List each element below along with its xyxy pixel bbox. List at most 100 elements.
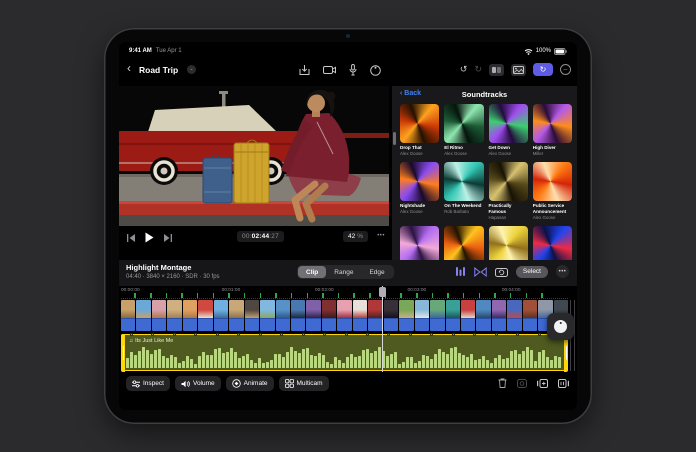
video-clip[interactable] <box>276 300 290 331</box>
import-icon[interactable] <box>299 64 310 76</box>
soundtrack-artwork[interactable] <box>533 226 572 260</box>
video-clip[interactable] <box>121 300 135 331</box>
volume-keyframe[interactable] <box>387 333 390 336</box>
volume-keyframe[interactable] <box>516 333 519 336</box>
volume-keyframe[interactable] <box>259 333 262 336</box>
video-clip[interactable] <box>198 300 212 331</box>
soundtrack-artwork[interactable] <box>489 162 528 201</box>
video-clip[interactable] <box>476 300 490 331</box>
soundtrack-artwork[interactable] <box>444 104 483 143</box>
jog-wheel-dial[interactable] <box>554 320 567 333</box>
overwrite-clip-button[interactable] <box>558 379 569 388</box>
camera-icon[interactable] <box>323 65 336 75</box>
volume-keyframe[interactable] <box>302 333 305 336</box>
video-clip[interactable] <box>291 300 305 331</box>
volume-keyframe[interactable] <box>323 333 326 336</box>
disable-clip-button[interactable] <box>517 379 527 388</box>
volume-keyframe[interactable] <box>452 333 455 336</box>
play-button[interactable] <box>145 232 154 243</box>
soundtrack-item[interactable]: NightshadeAlex Goose <box>400 162 439 220</box>
video-clip[interactable] <box>507 300 521 331</box>
video-clip[interactable] <box>229 300 243 331</box>
soundtrack-item[interactable]: PushValencia <box>400 226 439 260</box>
soundtrack-item[interactable]: Drop ThatAlex Goose <box>400 104 439 156</box>
video-clip[interactable] <box>306 300 320 331</box>
audio-clip[interactable]: ♫ Its Just Like Me <box>121 334 568 371</box>
soundtrack-item[interactable]: El RitmoAlex Goose <box>444 104 483 156</box>
soundtrack-item[interactable]: On The WeekendRob Barbato <box>444 162 483 220</box>
mode-edge[interactable]: Edge <box>361 266 392 278</box>
projects-back-button[interactable]: ‹ <box>127 61 131 75</box>
panel-resize-handle[interactable] <box>393 132 396 145</box>
multicam-button[interactable]: Multicam <box>279 376 329 391</box>
volume-keyframe[interactable] <box>495 333 498 336</box>
inspect-button[interactable]: Inspect <box>126 376 170 391</box>
video-clip[interactable] <box>152 300 166 331</box>
display-options-button[interactable] <box>489 64 504 76</box>
next-frame-button[interactable] <box>163 234 172 242</box>
audio-trim-handle-left[interactable] <box>121 334 125 372</box>
volume-button[interactable]: Volume <box>175 376 221 391</box>
soundtrack-artwork[interactable] <box>400 162 439 201</box>
viewer-zoom-control[interactable]: 42% <box>343 231 368 242</box>
volume-keyframe[interactable] <box>151 333 154 336</box>
undo-button[interactable]: ↺ <box>460 64 468 75</box>
media-browser-button[interactable] <box>511 64 526 76</box>
microphone-icon[interactable] <box>349 64 357 76</box>
jog-wheel[interactable] <box>547 313 574 340</box>
soundtrack-artwork[interactable] <box>444 226 483 260</box>
timeline-more-button[interactable]: ••• <box>556 265 569 278</box>
playhead[interactable] <box>382 286 383 372</box>
mode-clip[interactable]: Clip <box>298 266 326 278</box>
video-clip[interactable] <box>415 300 429 331</box>
soundtrack-item[interactable]: Run It OutAlex Goose <box>444 226 483 260</box>
toolbar-more-button[interactable]: – <box>560 64 571 75</box>
soundtrack-artwork[interactable] <box>444 162 483 201</box>
insert-clip-button[interactable] <box>537 379 548 388</box>
soundtrack-artwork[interactable] <box>400 226 439 260</box>
soundtrack-artwork[interactable] <box>533 104 572 143</box>
video-clip[interactable] <box>260 300 274 331</box>
video-viewer[interactable] <box>119 86 389 226</box>
soundtrack-item[interactable]: Public Service AnnouncementAlex Goose <box>533 162 572 220</box>
volume-keyframe[interactable] <box>409 333 412 336</box>
soundtrack-artwork[interactable] <box>400 104 439 143</box>
volume-keyframe[interactable] <box>130 333 133 336</box>
soundtrack-item[interactable]: Get DownAlex Goose <box>489 104 528 156</box>
soundtrack-item[interactable]: Practically FamousHapasan <box>489 162 528 220</box>
video-clip[interactable] <box>353 300 367 331</box>
viewer-more-button[interactable]: ••• <box>377 233 385 239</box>
video-clip[interactable] <box>214 300 228 331</box>
volume-keyframe[interactable] <box>538 333 541 336</box>
soundtrack-artwork[interactable] <box>489 226 528 260</box>
timeline-index-icon[interactable] <box>455 266 466 277</box>
volume-keyframe[interactable] <box>280 333 283 336</box>
timeline-ruler[interactable]: 00:00:0000:01:0000:02:0000:03:0000:04:00 <box>121 286 568 299</box>
video-clip[interactable] <box>245 300 259 331</box>
soundtrack-item[interactable]: Wow!Alex Goose <box>533 226 572 260</box>
volume-keyframe[interactable] <box>216 333 219 336</box>
video-clip[interactable] <box>399 300 413 331</box>
volume-keyframe[interactable] <box>237 333 240 336</box>
video-clip[interactable] <box>167 300 181 331</box>
video-clip[interactable] <box>492 300 506 331</box>
video-clip[interactable] <box>368 300 382 331</box>
volume-keyframe[interactable] <box>194 333 197 336</box>
video-clip[interactable] <box>183 300 197 331</box>
video-clip[interactable] <box>322 300 336 331</box>
video-clip[interactable] <box>384 300 398 331</box>
animate-button[interactable]: Animate <box>226 376 274 391</box>
camera-switch-icon[interactable] <box>495 267 508 277</box>
select-button[interactable]: Select <box>516 266 548 278</box>
volume-keyframe[interactable] <box>473 333 476 336</box>
video-clip[interactable] <box>446 300 460 331</box>
soundtrack-item[interactable]: Switch It UpAlex Goose <box>489 226 528 260</box>
soundtrack-artwork[interactable] <box>489 104 528 143</box>
content-browser-button[interactable]: ↻ <box>533 63 553 76</box>
previous-frame-button[interactable] <box>127 234 136 242</box>
video-clip[interactable] <box>337 300 351 331</box>
soundtrack-artwork[interactable] <box>533 162 572 201</box>
video-clip[interactable] <box>136 300 150 331</box>
video-clip[interactable] <box>430 300 444 331</box>
volume-keyframe[interactable] <box>173 333 176 336</box>
